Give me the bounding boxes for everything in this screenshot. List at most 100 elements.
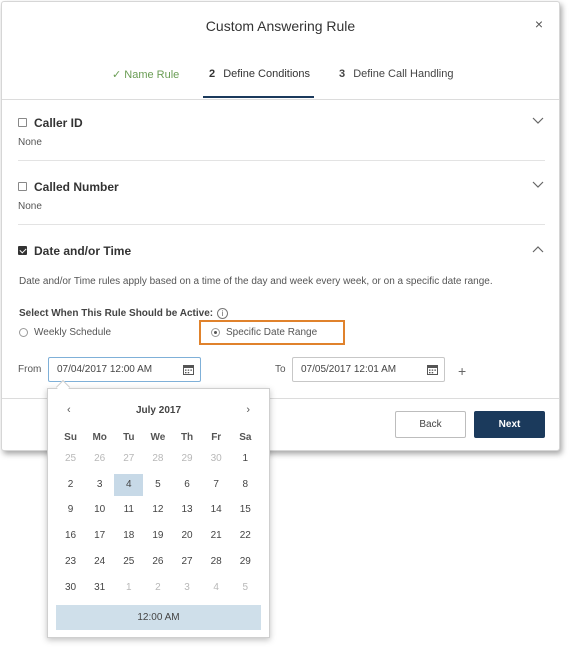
- specific-date-range-radio[interactable]: [211, 327, 220, 337]
- called-number-header[interactable]: Called Number: [18, 178, 545, 196]
- calendar-day[interactable]: 24: [85, 551, 114, 573]
- calendar-day[interactable]: 21: [202, 525, 231, 547]
- dialog-title: Custom Answering Rule: [205, 18, 356, 34]
- add-range-icon[interactable]: +: [458, 363, 466, 379]
- calendar-day[interactable]: 4: [202, 577, 231, 599]
- to-date-input[interactable]: 07/05/2017 12:01 AM: [292, 357, 445, 382]
- caller-id-header[interactable]: Caller ID: [18, 114, 545, 132]
- calendar-day[interactable]: 27: [114, 448, 143, 470]
- calendar-day[interactable]: 25: [56, 448, 85, 470]
- calendar-day[interactable]: 30: [56, 577, 85, 599]
- calendar-day[interactable]: 4: [114, 473, 144, 496]
- chevron-down-icon[interactable]: [531, 114, 545, 128]
- chevron-up-icon[interactable]: [531, 242, 545, 256]
- calendar-week-row: 2345678: [56, 472, 260, 498]
- calendar-day[interactable]: 23: [56, 551, 85, 573]
- weekday-label: Tu: [123, 432, 135, 443]
- close-icon[interactable]: ×: [535, 16, 543, 32]
- step-define-conditions[interactable]: 2 Define Conditions: [209, 68, 310, 80]
- calendar-day[interactable]: 1: [114, 577, 143, 599]
- caller-id-checkbox[interactable]: [18, 118, 27, 128]
- active-when-text: Select When This Rule Should be Active:: [19, 308, 214, 320]
- custom-answering-rule-dialog: Custom Answering Rule × ✓ Name Rule 2 De…: [1, 1, 560, 451]
- from-label: From: [18, 364, 42, 375]
- back-button[interactable]: Back: [395, 411, 466, 438]
- section-divider: [18, 160, 545, 161]
- date-time-header[interactable]: Date and/or Time: [18, 242, 545, 260]
- date-picker-popup: ‹ July 2017 › Su Mo Tu We Th Fr Sa 25 26 27 28 29 30…: [47, 388, 270, 638]
- specific-date-range-label: Specific Date Range: [226, 327, 318, 338]
- calendar-day[interactable]: 2: [56, 474, 85, 496]
- called-number-value: None: [18, 201, 42, 212]
- calendar-day[interactable]: 16: [56, 525, 85, 547]
- calendar-grid: Su Mo Tu We Th Fr Sa 25 26 27 28 29 30 1 2 3 4 5 6 7 8 9 10 11 1…: [56, 429, 260, 601]
- calendar-day[interactable]: 25: [114, 551, 143, 573]
- specific-date-range-option[interactable]: Specific Date Range: [211, 327, 317, 338]
- from-date-value: 07/04/2017 12:00 AM: [57, 364, 153, 375]
- calendar-day[interactable]: 9: [56, 499, 85, 521]
- calendar-day[interactable]: 10: [85, 499, 114, 521]
- calendar-day[interactable]: 20: [173, 525, 202, 547]
- calendar-day[interactable]: 1: [231, 448, 260, 470]
- calendar-day[interactable]: 11: [114, 499, 143, 521]
- calendar-day[interactable]: 26: [143, 551, 172, 573]
- calendar-day[interactable]: 14: [202, 499, 231, 521]
- calendar-day[interactable]: 19: [143, 525, 172, 547]
- next-button[interactable]: Next: [474, 411, 545, 438]
- calendar-icon[interactable]: [427, 364, 438, 375]
- calendar-day[interactable]: 27: [173, 551, 202, 573]
- weekday-label: Su: [64, 432, 77, 443]
- chevron-down-icon[interactable]: [531, 178, 545, 192]
- calendar-day[interactable]: 8: [231, 474, 260, 496]
- date-time-description: Date and/or Time rules apply based on a …: [19, 276, 493, 287]
- step-label: Name Rule: [124, 69, 180, 81]
- calendar-day[interactable]: 30: [202, 448, 231, 470]
- called-number-checkbox[interactable]: [18, 182, 27, 192]
- calendar-month-label[interactable]: July 2017: [48, 405, 269, 416]
- check-icon: ✓: [112, 69, 122, 81]
- calendar-day[interactable]: 5: [231, 577, 260, 599]
- step-name-rule[interactable]: ✓ Name Rule: [112, 68, 179, 81]
- called-number-section: Called Number None: [18, 178, 545, 212]
- date-time-section: Date and/or Time: [18, 242, 545, 260]
- time-selector[interactable]: 12:00 AM: [56, 605, 261, 630]
- calendar-day[interactable]: 2: [143, 577, 172, 599]
- to-label: To: [275, 364, 286, 375]
- weekday-label: Th: [180, 432, 194, 443]
- calendar-week-row: 23 24 25 26 27 28 29: [56, 549, 260, 575]
- date-time-checkbox[interactable]: [18, 246, 27, 256]
- caller-id-title: Caller ID: [34, 115, 83, 130]
- calendar-week-row: 16 17 18 19 20 21 22: [56, 523, 260, 549]
- calendar-day[interactable]: 3: [85, 474, 114, 496]
- calendar-day[interactable]: 26: [85, 448, 114, 470]
- calendar-day[interactable]: 3: [173, 577, 202, 599]
- calendar-day[interactable]: 29: [231, 551, 260, 573]
- from-date-input[interactable]: 07/04/2017 12:00 AM: [48, 357, 201, 382]
- calendar-icon[interactable]: [183, 364, 194, 375]
- calendar-day[interactable]: 29: [173, 448, 202, 470]
- calendar-day[interactable]: 22: [231, 525, 260, 547]
- calendar-day[interactable]: 12: [143, 499, 172, 521]
- date-time-title: Date and/or Time: [34, 243, 132, 258]
- calendar-day[interactable]: 31: [85, 577, 114, 599]
- calendar-day[interactable]: 18: [114, 525, 143, 547]
- header-divider: [2, 99, 559, 100]
- calendar-day[interactable]: 6: [173, 474, 202, 496]
- calendar-week-row: 30 31 1 2 3 4 5: [56, 575, 260, 601]
- calendar-day[interactable]: 28: [143, 448, 172, 470]
- calendar-day[interactable]: 5: [143, 474, 172, 496]
- caller-id-section: Caller ID None: [18, 114, 545, 148]
- info-icon[interactable]: i: [217, 308, 229, 319]
- calendar-day[interactable]: 17: [85, 525, 114, 547]
- next-month-icon[interactable]: ›: [246, 404, 250, 416]
- weekly-schedule-option[interactable]: Weekly Schedule: [19, 327, 111, 338]
- active-when-label: Select When This Rule Should be Active: i: [19, 308, 229, 320]
- calendar-day[interactable]: 28: [202, 551, 231, 573]
- step-label: Define Conditions: [223, 68, 311, 80]
- weekly-schedule-radio[interactable]: [19, 327, 28, 337]
- step-number: 2: [209, 68, 216, 80]
- calendar-day[interactable]: 7: [202, 474, 231, 496]
- calendar-day[interactable]: 15: [231, 499, 260, 521]
- step-define-call-handling[interactable]: 3 Define Call Handling: [339, 68, 453, 80]
- calendar-day[interactable]: 13: [173, 499, 202, 521]
